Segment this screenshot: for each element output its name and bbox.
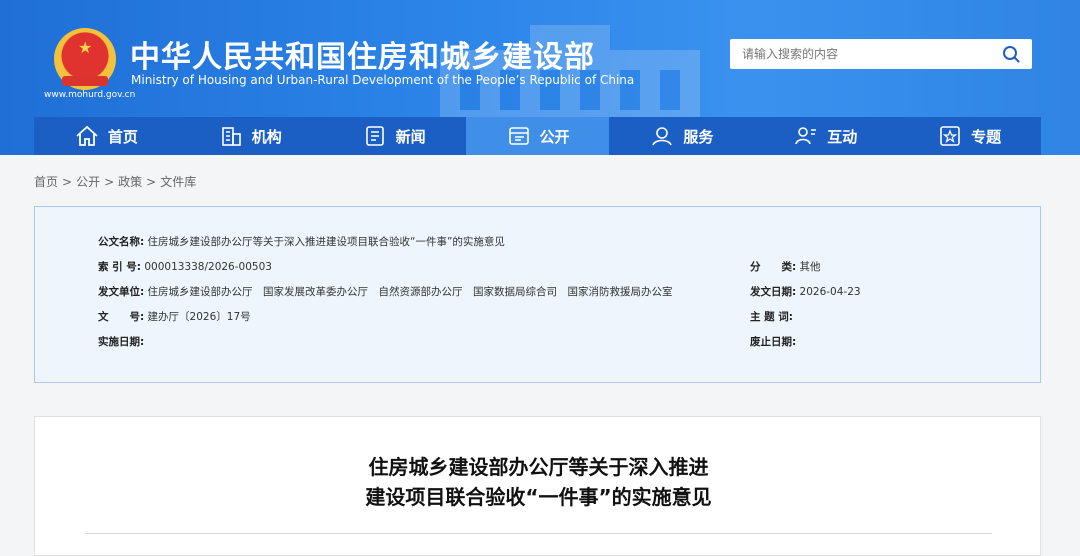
site-url: www.mohurd.gov.cn [44, 90, 136, 100]
nav-label: 互动 [827, 127, 858, 146]
breadcrumb-file-library[interactable]: 文件库 [160, 175, 196, 189]
meta-value: 住房城乡建设部办公厅等关于深入推进建设项目联合验收“一件事”的实施意见 [147, 236, 505, 248]
nav-label: 首页 [107, 127, 138, 146]
emblem-star-icon: ★ [78, 38, 93, 57]
meta-value: 000013338/2026-00503 [144, 261, 272, 273]
nav-label: 机构 [251, 127, 282, 146]
meta-expire-date: 废止日期: [750, 334, 796, 349]
nav-item-interaction[interactable]: 互动 [753, 117, 897, 155]
meta-effective-date: 实施日期: [98, 334, 144, 349]
nav-label: 新闻 [395, 127, 426, 146]
search-box [730, 39, 1032, 69]
meta-category: 分 类: 其他 [750, 259, 821, 274]
title-divider [85, 533, 992, 534]
search-input[interactable] [742, 39, 992, 69]
home-icon [76, 125, 98, 146]
meta-label: 分 类: [750, 261, 797, 273]
nav-label: 公开 [539, 127, 570, 146]
site-subtitle: Ministry of Housing and Urban-Rural Deve… [131, 73, 635, 87]
search-icon[interactable] [1002, 45, 1020, 63]
breadcrumb: 首页 > 公开 > 政策 > 文件库 [34, 173, 196, 190]
nav-item-home[interactable]: 首页 [34, 117, 178, 155]
interaction-icon [795, 127, 817, 145]
meta-value: 2026-04-23 [799, 286, 861, 298]
nav-item-news[interactable]: 新闻 [322, 117, 466, 155]
meta-label: 发文日期: [750, 286, 797, 298]
nav-item-disclosure[interactable]: 公开 [465, 117, 610, 155]
meta-label: 公文名称: [98, 236, 145, 248]
breadcrumb-separator: > [62, 175, 73, 189]
meta-index: 索 引 号: 000013338/2026-00503 [98, 259, 272, 274]
meta-doc-number: 文 号: 建办厅〔2026〕17号 [98, 309, 251, 324]
emblem-ribbon [62, 76, 108, 86]
disclosure-icon [508, 127, 529, 145]
nav-label: 专题 [971, 127, 1002, 146]
breadcrumb-policy[interactable]: 政策 [118, 175, 142, 189]
meta-label: 实施日期: [98, 336, 145, 348]
nav-item-service[interactable]: 服务 [609, 117, 753, 155]
document-title-line1: 住房城乡建设部办公厅等关于深入推进 [368, 455, 709, 479]
breadcrumb-separator: > [104, 175, 115, 189]
service-icon [652, 127, 673, 146]
meta-value: 建办厅〔2026〕17号 [147, 311, 251, 323]
building-icon [221, 127, 241, 146]
meta-title: 公文名称: 住房城乡建设部办公厅等关于深入推进建设项目联合验收“一件事”的实施意… [98, 234, 505, 249]
document-title-line2: 建设项目联合验收“一件事”的实施意见 [365, 485, 712, 509]
meta-label: 文 号: [98, 311, 145, 323]
breadcrumb-home[interactable]: 首页 [34, 175, 58, 189]
breadcrumb-disclosure[interactable]: 公开 [76, 175, 100, 189]
meta-issuer: 发文单位: 住房城乡建设部办公厅 国家发展改革委办公厅 自然资源部办公厅 国家数… [98, 284, 673, 299]
nav-item-organization[interactable]: 机构 [178, 117, 322, 155]
site-header: ★ 中华人民共和国住房和城乡建设部 Ministry of Housing an… [0, 0, 1080, 155]
site-title[interactable]: 中华人民共和国住房和城乡建设部 [130, 32, 595, 76]
meta-value: 住房城乡建设部办公厅 国家发展改革委办公厅 自然资源部办公厅 国家数据局综合司 … [147, 286, 673, 298]
meta-label: 索 引 号: [98, 261, 142, 273]
topic-icon [940, 126, 960, 146]
document-content: 住房城乡建设部办公厅等关于深入推进 建设项目联合验收“一件事”的实施意见 [34, 416, 1041, 556]
meta-issue-date: 发文日期: 2026-04-23 [750, 284, 861, 299]
nav-item-topic[interactable]: 专题 [897, 117, 1041, 155]
meta-value: 其他 [799, 261, 821, 273]
meta-keywords: 主 题 词: [750, 309, 793, 324]
meta-label: 废止日期: [750, 336, 797, 348]
news-icon [365, 126, 384, 146]
document-metadata: 公文名称: 住房城乡建设部办公厅等关于深入推进建设项目联合验收“一件事”的实施意… [34, 206, 1041, 383]
main-nav: 首页 机构 新闻 公开 服务 互动 专题 [34, 117, 1041, 155]
breadcrumb-separator: > [146, 175, 157, 189]
meta-label: 主 题 词: [750, 311, 794, 323]
nav-label: 服务 [683, 127, 714, 146]
meta-label: 发文单位: [98, 286, 145, 298]
